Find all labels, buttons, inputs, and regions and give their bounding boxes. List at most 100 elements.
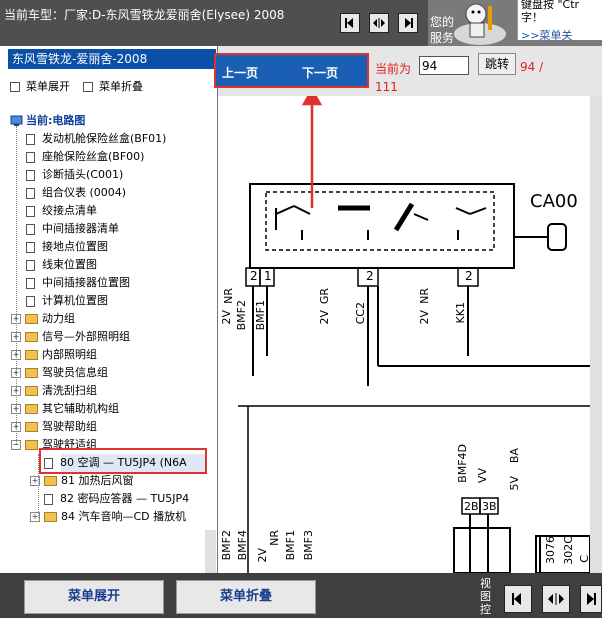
tree-leaf[interactable]: 线束位置图 — [26, 256, 97, 274]
menu-collapse-button[interactable]: 菜单折叠 — [176, 580, 316, 614]
tree-group[interactable]: + 驾驶员信息组 — [11, 364, 108, 382]
current-page-label: 当前为 — [375, 62, 412, 76]
pin-label: 3B — [482, 500, 497, 513]
folder-open-icon — [25, 440, 38, 450]
tree-group[interactable]: + 其它辅助机构组 — [11, 400, 119, 418]
document-icon — [26, 169, 35, 181]
tree-leaf[interactable]: 座舱保险丝盒(BF00) — [26, 148, 144, 166]
tip-link[interactable]: >>菜单关 — [521, 27, 572, 43]
next-button[interactable] — [398, 13, 418, 33]
wire-label: CC2 — [354, 302, 367, 325]
wiring-diagram — [238, 96, 590, 573]
expand-icon[interactable]: + — [11, 404, 21, 414]
wire-label: 5V — [508, 476, 521, 491]
sidebar-expand-link[interactable]: 菜单展开 — [10, 78, 70, 94]
wire-label: BMF3 — [302, 530, 315, 561]
play-left-icon — [345, 18, 353, 28]
collapse-icon[interactable]: − — [11, 440, 21, 450]
tree-group[interactable]: + 信号—外部照明组 — [11, 328, 130, 346]
tip-box-text: 键盘按 "Ctr 字！ — [521, 0, 580, 24]
expand-icon[interactable]: + — [30, 476, 40, 486]
wire-label: GR — [318, 288, 331, 305]
tree-leaf[interactable]: 发动机舱保险丝盒(BF01) — [26, 130, 166, 148]
document-icon — [26, 223, 35, 235]
wire-label: 3076 — [544, 536, 557, 564]
pin-label: 2 — [366, 269, 374, 283]
page-number-input[interactable] — [419, 56, 469, 75]
view-control-label: 视图控 — [480, 577, 491, 616]
sidebar-scrollbar[interactable] — [205, 530, 216, 573]
folder-icon — [25, 386, 38, 396]
wire-label: VV — [476, 468, 489, 484]
document-icon — [26, 187, 35, 199]
tree-leaf[interactable]: 中间插接器位置图 — [26, 274, 130, 292]
computer-icon — [10, 115, 23, 126]
wire-label: BMF2 — [235, 300, 248, 331]
document-icon — [26, 151, 35, 163]
pin-label: 2B — [464, 500, 479, 513]
expand-icon[interactable]: + — [11, 350, 21, 360]
wire-label: BMF1 — [284, 530, 297, 561]
jump-button[interactable]: 跳转 — [478, 53, 516, 75]
play-right-icon — [405, 18, 413, 28]
tree-leaf[interactable]: 接地点位置图 — [26, 238, 108, 256]
document-icon — [26, 295, 35, 307]
document-icon — [26, 133, 35, 145]
wire-label: BMF4 — [236, 530, 249, 561]
folder-icon — [25, 422, 38, 432]
folder-icon — [25, 404, 38, 414]
diagram-scrollbar[interactable] — [590, 96, 602, 573]
expand-icon[interactable]: + — [11, 386, 21, 396]
tree-root[interactable]: 当前:电路图 — [10, 112, 85, 128]
folder-icon — [44, 512, 57, 522]
wire-label: 2V — [256, 548, 269, 563]
document-icon — [26, 259, 35, 271]
document-icon — [26, 241, 35, 253]
expand-icon[interactable]: + — [11, 422, 21, 432]
tree-sub-item[interactable]: +84 汽车音响—CD 播放机 — [30, 508, 186, 526]
wire-label: 2V — [418, 310, 431, 325]
folder-icon — [25, 332, 38, 342]
tree-leaf[interactable]: 诊断插头(C001) — [26, 166, 123, 184]
tree-sub-item[interactable]: +81 加热后风窗 — [30, 472, 134, 490]
folder-icon — [44, 476, 57, 486]
tree-group[interactable]: + 动力组 — [11, 310, 75, 328]
view-fit-button[interactable] — [542, 585, 570, 613]
tree-sub-item[interactable]: 82 密码应答器 — TU5JP4 — [44, 490, 189, 508]
pin-label: 2 — [465, 269, 473, 283]
expand-icon[interactable]: + — [11, 314, 21, 324]
selected-item-outline — [39, 448, 207, 474]
wire-label: BA — [508, 448, 521, 464]
play-right-icon — [587, 593, 596, 605]
car-model-label: 当前车型：厂家:D-东风雪铁龙爱丽舍(Elysee) 2008 — [4, 8, 285, 22]
wire-label: BMF4D — [456, 444, 469, 483]
page-counter: 94 / — [520, 60, 544, 74]
tree-leaf[interactable]: 组合仪表 (0004) — [26, 184, 126, 202]
tree-group[interactable]: + 内部照明组 — [11, 346, 97, 364]
prev-button[interactable] — [340, 13, 360, 33]
fit-button[interactable] — [369, 13, 389, 33]
tree-leaf[interactable]: 绞接点清单 — [26, 202, 97, 220]
split-arrows-icon — [373, 18, 385, 28]
wire-label: BMF1 — [254, 300, 267, 331]
pin-label: 2 — [250, 269, 258, 283]
wire-label: KK1 — [454, 302, 467, 324]
view-next-button[interactable] — [580, 585, 602, 613]
tree-group[interactable]: + 清洗刮扫组 — [11, 382, 97, 400]
expand-icon[interactable]: + — [11, 332, 21, 342]
document-icon — [26, 205, 35, 217]
view-prev-button[interactable] — [504, 585, 532, 613]
connector-id: CA00 — [530, 191, 578, 212]
next-page-link[interactable]: 下一页 — [302, 64, 338, 81]
prev-page-link[interactable]: 上一页 — [222, 64, 258, 81]
mascot-image — [444, 0, 516, 46]
expand-icon[interactable]: + — [11, 368, 21, 378]
tree-group[interactable]: + 驾驶帮助组 — [11, 418, 97, 436]
tree-leaf[interactable]: 中间插接器清单 — [26, 220, 119, 238]
expand-icon[interactable]: + — [30, 512, 40, 522]
folder-icon — [25, 314, 38, 324]
pin-label: 1 — [264, 269, 272, 283]
menu-expand-button[interactable]: 菜单展开 — [24, 580, 164, 614]
tree-leaf[interactable]: 计算机位置图 — [26, 292, 108, 310]
sidebar-collapse-link[interactable]: 菜单折叠 — [83, 78, 143, 94]
